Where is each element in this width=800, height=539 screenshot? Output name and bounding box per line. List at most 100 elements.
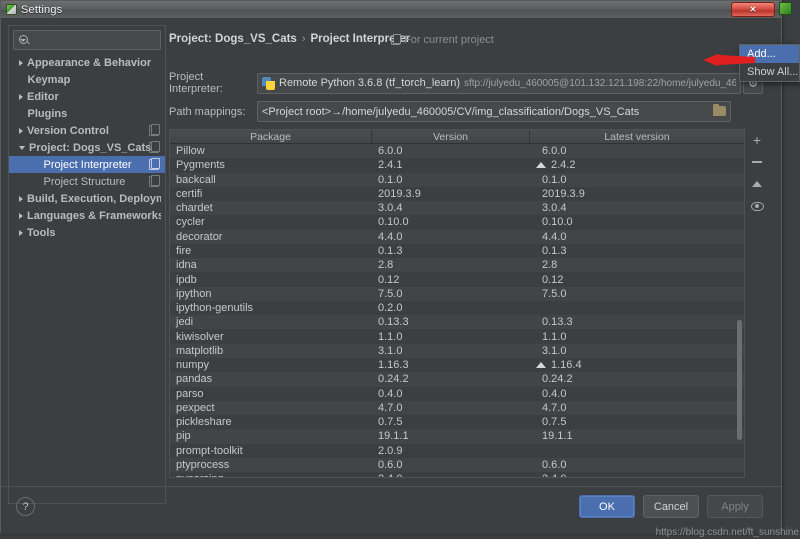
table-row[interactable]: chardet 3.0.4 3.0.4	[170, 201, 744, 216]
cell-version: 0.13.3	[378, 316, 409, 329]
sidebar-item-project-dogs-vs-cats[interactable]: Project: Dogs_VS_Cats	[9, 139, 165, 156]
table-row[interactable]: Pygments 2.4.1 2.4.2	[170, 158, 744, 173]
settings-window: Settings Appearance & Behavior Keymap Edit…	[0, 0, 792, 534]
cell-version: 2.4.1	[378, 159, 403, 172]
sidebar-item-label: Version Control	[27, 124, 109, 137]
cell-latest-version: 2.8	[542, 259, 558, 272]
chevron-right-icon[interactable]	[19, 229, 23, 236]
table-row[interactable]: numpy 1.16.3 1.16.4	[170, 357, 744, 373]
sidebar-item-project-interpreter[interactable]: Project Interpreter	[9, 156, 165, 173]
apply-button: Apply	[707, 495, 763, 518]
table-row[interactable]: backcall 0.1.0 0.1.0	[170, 172, 744, 187]
search-field[interactable]	[13, 30, 173, 50]
sidebar-item-languages-frameworks[interactable]: Languages & Frameworks	[9, 207, 165, 224]
cell-version: 4.7.0	[378, 401, 403, 414]
cell-latest-version: 4.7.0	[542, 401, 567, 414]
table-row[interactable]: kiwisolver 1.1.0 1.1.0	[170, 329, 744, 344]
ok-button[interactable]: OK	[579, 495, 635, 518]
table-row[interactable]: ipython-genutils 0.2.0	[170, 300, 744, 316]
search-input[interactable]	[26, 33, 173, 47]
table-row[interactable]: jedi 0.13.3 0.13.3	[170, 315, 744, 330]
cell-version: 0.4.0	[378, 387, 403, 400]
table-row[interactable]: pip 19.1.1 19.1.1	[170, 429, 744, 444]
table-row[interactable]: pandas 0.24.2 0.24.2	[170, 372, 744, 387]
sidebar-item-keymap[interactable]: Keymap	[9, 71, 165, 88]
table-row[interactable]: pexpect 4.7.0 4.7.0	[170, 400, 744, 416]
table-row[interactable]: idna 2.8 2.8	[170, 258, 744, 273]
column-header-latest-version[interactable]: Latest version	[530, 130, 744, 143]
chevron-right-icon[interactable]	[19, 127, 23, 134]
folder-icon[interactable]	[713, 104, 726, 116]
cell-package: kiwisolver	[176, 330, 224, 343]
breadcrumb-parent[interactable]: Project: Dogs_VS_Cats	[169, 33, 297, 45]
table-row[interactable]: cycler 0.10.0 0.10.0	[170, 215, 744, 230]
chevron-down-icon[interactable]	[19, 145, 25, 150]
sidebar-item-label: Plugins	[27, 107, 68, 120]
chevron-right-icon[interactable]	[19, 212, 23, 219]
cell-latest-version: 0.1.3	[542, 244, 567, 257]
cell-version: 0.6.0	[378, 458, 403, 471]
sidebar-item-build-execution-deployment[interactable]: Build, Execution, Deployment	[9, 190, 165, 207]
column-header-version[interactable]: Version	[372, 130, 530, 143]
interpreter-combobox[interactable]: Remote Python 3.6.8 (tf_torch_learn) sft…	[257, 72, 741, 94]
sidebar-item-editor[interactable]: Editor	[9, 88, 165, 105]
table-row[interactable]: ipdb 0.12 0.12	[170, 272, 744, 287]
sidebar-item-label: Project: Dogs_VS_Cats	[29, 141, 152, 154]
upgrade-package-button[interactable]	[747, 173, 767, 195]
table-row[interactable]: prompt-toolkit 2.0.9	[170, 443, 744, 458]
chevron-right-icon[interactable]	[19, 93, 23, 100]
table-row[interactable]: Pillow 6.0.0 6.0.0	[170, 144, 744, 159]
annotation-arrow	[703, 54, 755, 66]
sidebar-item-project-structure[interactable]: Project Structure	[9, 173, 165, 190]
chevron-right-icon[interactable]	[19, 59, 23, 66]
column-header-package[interactable]: Package	[170, 130, 372, 143]
table-row[interactable]: matplotlib 3.1.0 3.1.0	[170, 343, 744, 358]
cell-package: matplotlib	[176, 344, 224, 357]
table-row[interactable]: fire 0.1.3 0.1.3	[170, 243, 744, 259]
cell-version: 0.7.5	[378, 416, 403, 429]
window-body: Appearance & Behavior Keymap Editor Plugins…	[1, 19, 781, 534]
project-icon	[391, 34, 401, 45]
cell-package: pickleshare	[176, 416, 232, 429]
table-row[interactable]: pickleshare 0.7.5 0.7.5	[170, 415, 744, 430]
close-icon[interactable]	[731, 2, 775, 17]
table-row[interactable]: ptyprocess 0.6.0 0.6.0	[170, 457, 744, 473]
table-row[interactable]: decorator 4.4.0 4.4.0	[170, 229, 744, 244]
cell-version: 19.1.1	[378, 430, 409, 443]
packages-toolbar: +	[747, 129, 767, 478]
sidebar-item-version-control[interactable]: Version Control	[9, 122, 165, 139]
scope-note-label: For current project	[404, 34, 494, 46]
sidebar-item-plugins[interactable]: Plugins	[9, 105, 165, 122]
sidebar-item-appearance-behavior[interactable]: Appearance & Behavior	[9, 54, 165, 71]
cell-latest-version: 3.1.0	[542, 344, 567, 357]
cell-package: parso	[176, 387, 204, 400]
table-row[interactable]: ipython 7.5.0 7.5.0	[170, 286, 744, 301]
cell-package: jedi	[176, 316, 194, 329]
table-body[interactable]: Pillow 6.0.0 6.0.0 Pygments 2.4.1 2.4.2 backca…	[170, 144, 744, 477]
cell-latest-version: 0.6.0	[542, 458, 567, 471]
help-button[interactable]: ?	[16, 497, 35, 516]
cancel-button[interactable]: Cancel	[643, 495, 699, 518]
table-row[interactable]: pyparsing2.4.02.4.0	[170, 472, 744, 477]
cell-version: 3.0.4	[378, 202, 403, 215]
table-row[interactable]: certifi 2019.3.9 2019.3.9	[170, 186, 744, 202]
sidebar-item-label: Project Interpreter	[43, 158, 132, 171]
table-scrollbar[interactable]	[737, 320, 742, 440]
sidebar-item-tools[interactable]: Tools	[9, 224, 165, 241]
table-row[interactable]: parso 0.4.0 0.4.0	[170, 386, 744, 401]
sidebar-item-label: Languages & Frameworks	[27, 209, 161, 222]
cell-latest-version: 7.5.0	[542, 287, 567, 300]
breadcrumb: Project: Dogs_VS_Cats › Project Interpre…	[169, 33, 410, 45]
cell-latest-version	[530, 444, 744, 458]
python-icon	[262, 76, 275, 90]
remove-package-button[interactable]	[747, 151, 767, 173]
show-early-releases-button[interactable]	[747, 195, 767, 217]
cell-version: 0.24.2	[378, 373, 409, 386]
cell-package: Pillow	[176, 145, 205, 158]
sidebar-item-label: Build, Execution, Deployment	[27, 192, 161, 205]
add-package-button[interactable]: +	[747, 129, 767, 151]
window-titlebar[interactable]: Settings	[1, 1, 792, 19]
path-mappings-field[interactable]: <Project root>→/home/julyedu_460005/CV/i…	[257, 101, 731, 122]
chevron-right-icon[interactable]	[19, 195, 23, 202]
cell-version: 0.1.3	[378, 244, 403, 257]
